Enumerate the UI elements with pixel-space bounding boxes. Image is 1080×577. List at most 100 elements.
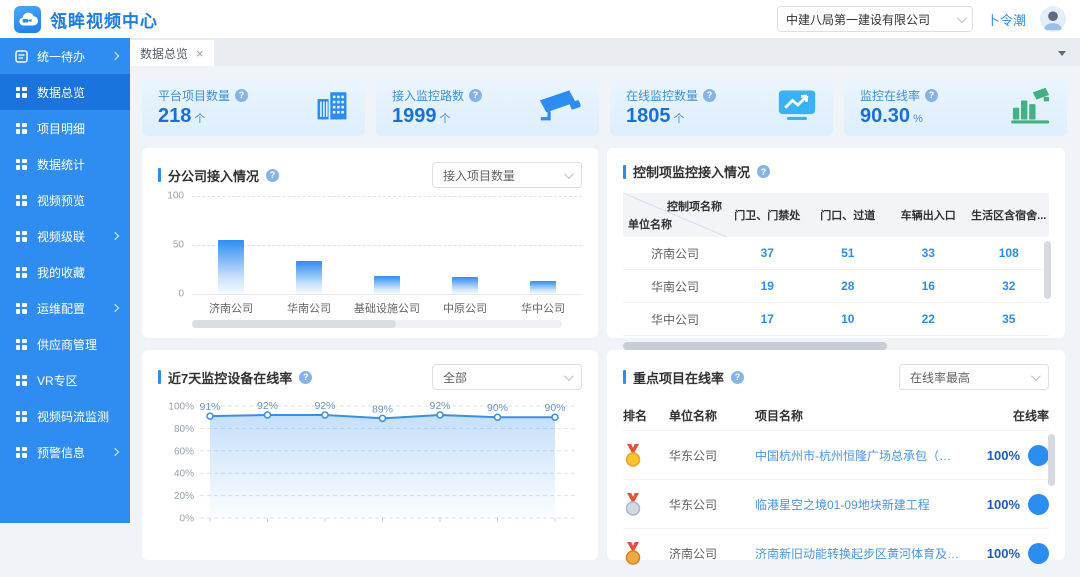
project-link[interactable]: 中国杭州市-杭州恒隆广场总承包（标段1）工程 xyxy=(755,447,971,464)
value-cell: 51 xyxy=(808,237,889,269)
panel-title: 近7天监控设备在线率 xyxy=(168,368,292,387)
bar-category-labels: 济南公司华南公司基础设施公司中原公司华中公司 xyxy=(192,300,582,316)
kpi-unit: 个 xyxy=(674,113,685,125)
help-icon[interactable]: ? xyxy=(703,89,716,102)
project-link[interactable]: 济南新旧动能转换起步区黄河体育及科技园区基础设施... xyxy=(755,545,971,562)
tabbar-dropdown-caret-icon[interactable] xyxy=(1058,51,1066,56)
column-header: 车辆出入口 xyxy=(888,193,969,237)
value-cell: 17 xyxy=(727,303,808,335)
sidebar-item-4[interactable]: 视频预览 xyxy=(0,182,130,218)
sidebar-item-6[interactable]: 我的收藏 xyxy=(0,254,130,290)
ranking-vscrollbar[interactable] xyxy=(1048,434,1055,486)
scrollbar-thumb[interactable] xyxy=(192,320,396,328)
title-accent-bar xyxy=(158,168,161,182)
bar-plot: 100500 xyxy=(158,196,582,294)
top-header: 瓴眸视频中心 中建八局第一建设有限公司 卜令潮 xyxy=(0,0,1080,38)
sidebar-item-5[interactable]: 视频级联 xyxy=(0,218,130,254)
sidebar-item-label: VR专区 xyxy=(37,372,118,389)
sidebar-item-0[interactable]: 统一待办 xyxy=(0,38,130,74)
kpi-value: 1999 xyxy=(392,105,437,127)
sidebar-item-label: 项目明细 xyxy=(37,120,118,137)
username-link[interactable]: 卜令潮 xyxy=(987,10,1026,29)
grid-icon xyxy=(14,411,28,422)
building-icon xyxy=(315,87,349,128)
control-table-vscrollbar[interactable] xyxy=(1044,241,1051,299)
cloud-camera-logo-icon xyxy=(14,6,41,33)
sidebar-item-label: 统一待办 xyxy=(37,48,112,65)
chevron-down-icon xyxy=(957,13,967,23)
chevron-right-icon xyxy=(111,232,119,240)
column-header: 项目名称 xyxy=(755,407,971,424)
grid-icon xyxy=(14,339,28,350)
sidebar-item-7[interactable]: 运维配置 xyxy=(0,290,130,326)
project-link[interactable]: 临港星空之境01-09地块新建工程 xyxy=(755,496,971,513)
sidebar-item-1[interactable]: 数据总览 xyxy=(0,74,130,110)
y-axis-tick-label: 0 xyxy=(158,289,184,300)
sidebar-item-9[interactable]: VR专区 xyxy=(0,362,130,398)
panel-7day-online-rate: 近7天监控设备在线率 ? 全部 100%80%60%40%20%0%91%92%… xyxy=(142,350,598,560)
chevron-right-icon xyxy=(111,304,119,312)
sidebar-item-8[interactable]: 供应商管理 xyxy=(0,326,130,362)
tab-data-overview[interactable]: 数据总览 × xyxy=(130,40,214,66)
cctv-camera-icon xyxy=(539,88,583,127)
main-content: 平台项目数量?218个接入监控路数?1999个在线监控数量?1805个监控在线率… xyxy=(130,66,1080,523)
sidebar-item-3[interactable]: 数据统计 xyxy=(0,146,130,182)
grid-icon xyxy=(14,231,28,242)
sidebar-item-label: 供应商管理 xyxy=(37,336,118,353)
table-row: 华南公司19281632 xyxy=(623,270,1049,303)
line-chart: 100%80%60%40%20%0%91%92%92%89%92%90%90% xyxy=(158,394,582,539)
kpi-card-1: 接入监控路数?1999个 xyxy=(376,78,599,136)
sidebar-item-label: 数据总览 xyxy=(37,84,118,101)
rate-donut xyxy=(1028,445,1049,466)
sidebar-item-10[interactable]: 视频码流监测 xyxy=(0,398,130,434)
value-cell: 35 xyxy=(969,303,1050,335)
help-icon[interactable]: ? xyxy=(235,89,248,102)
kpi-card-3: 监控在线率?90.30% xyxy=(844,78,1067,136)
rate-value: 100% xyxy=(987,448,1020,463)
grid-icon xyxy=(14,123,28,134)
rank-filter-select[interactable]: 在线率最高 xyxy=(899,364,1049,390)
ranking-table: 排名单位名称项目名称在线率华东公司 中国杭州市-杭州恒隆广场总承包（标段1）工程 1… xyxy=(623,400,1049,577)
help-icon[interactable]: ? xyxy=(266,169,279,182)
sidebar-item-label: 我的收藏 xyxy=(37,264,118,281)
kpi-label: 在线监控数量 xyxy=(626,87,698,104)
online-rate-cell: 100% xyxy=(971,494,1049,515)
help-icon[interactable]: ? xyxy=(469,89,482,102)
svg-text:89%: 89% xyxy=(372,403,393,415)
ranking-header: 排名单位名称项目名称在线率 xyxy=(623,400,1049,430)
column-header: 单位名称 xyxy=(669,407,755,424)
org-select[interactable]: 中建八局第一建设有限公司 xyxy=(777,6,973,32)
bar-category-label: 华中公司 xyxy=(504,300,582,316)
bar-category-label: 中原公司 xyxy=(426,300,504,316)
ranking-row: 济南公司济南新旧动能转换起步区黄河体育及科技园区基础设施...100% xyxy=(623,528,1049,577)
bar-category-label: 济南公司 xyxy=(192,300,270,316)
tab-close-icon[interactable]: × xyxy=(196,47,204,60)
kpi-row: 平台项目数量?218个接入监控路数?1999个在线监控数量?1805个监控在线率… xyxy=(142,78,1068,136)
rate-donut xyxy=(1028,543,1049,564)
filter-value: 接入项目数量 xyxy=(443,167,564,184)
gridline xyxy=(192,294,582,295)
control-table-header: 控制项名称单位名称门卫、门禁处门口、过道车辆出入口生活区含宿舍... xyxy=(623,193,1049,237)
panel-title: 重点项目在线率 xyxy=(633,368,724,387)
sidebar-item-11[interactable]: 预警信息 xyxy=(0,434,130,470)
help-icon[interactable]: ? xyxy=(299,371,312,384)
bar xyxy=(218,240,244,294)
help-icon[interactable]: ? xyxy=(925,89,938,102)
sidebar-item-label: 视频级联 xyxy=(37,228,112,245)
branch-filter-select[interactable]: 接入项目数量 xyxy=(432,162,582,188)
panel-title: 控制项监控接入情况 xyxy=(633,162,750,181)
avatar[interactable] xyxy=(1040,6,1066,32)
corner-label-top: 控制项名称 xyxy=(667,198,722,214)
help-icon[interactable]: ? xyxy=(757,165,770,178)
help-icon[interactable]: ? xyxy=(731,371,744,384)
value-cell: 37 xyxy=(727,237,808,269)
monitor-chart-icon xyxy=(777,88,817,127)
app-title: 瓴眸视频中心 xyxy=(50,7,158,32)
scrollbar-thumb[interactable] xyxy=(623,342,887,350)
line-filter-select[interactable]: 全部 xyxy=(432,364,582,390)
table-row: 济南公司375133108 xyxy=(623,237,1049,270)
sidebar-item-2[interactable]: 项目明细 xyxy=(0,110,130,146)
chevron-right-icon xyxy=(111,52,119,60)
unit-name: 华东公司 xyxy=(669,496,755,513)
svg-text:100%: 100% xyxy=(168,402,194,413)
